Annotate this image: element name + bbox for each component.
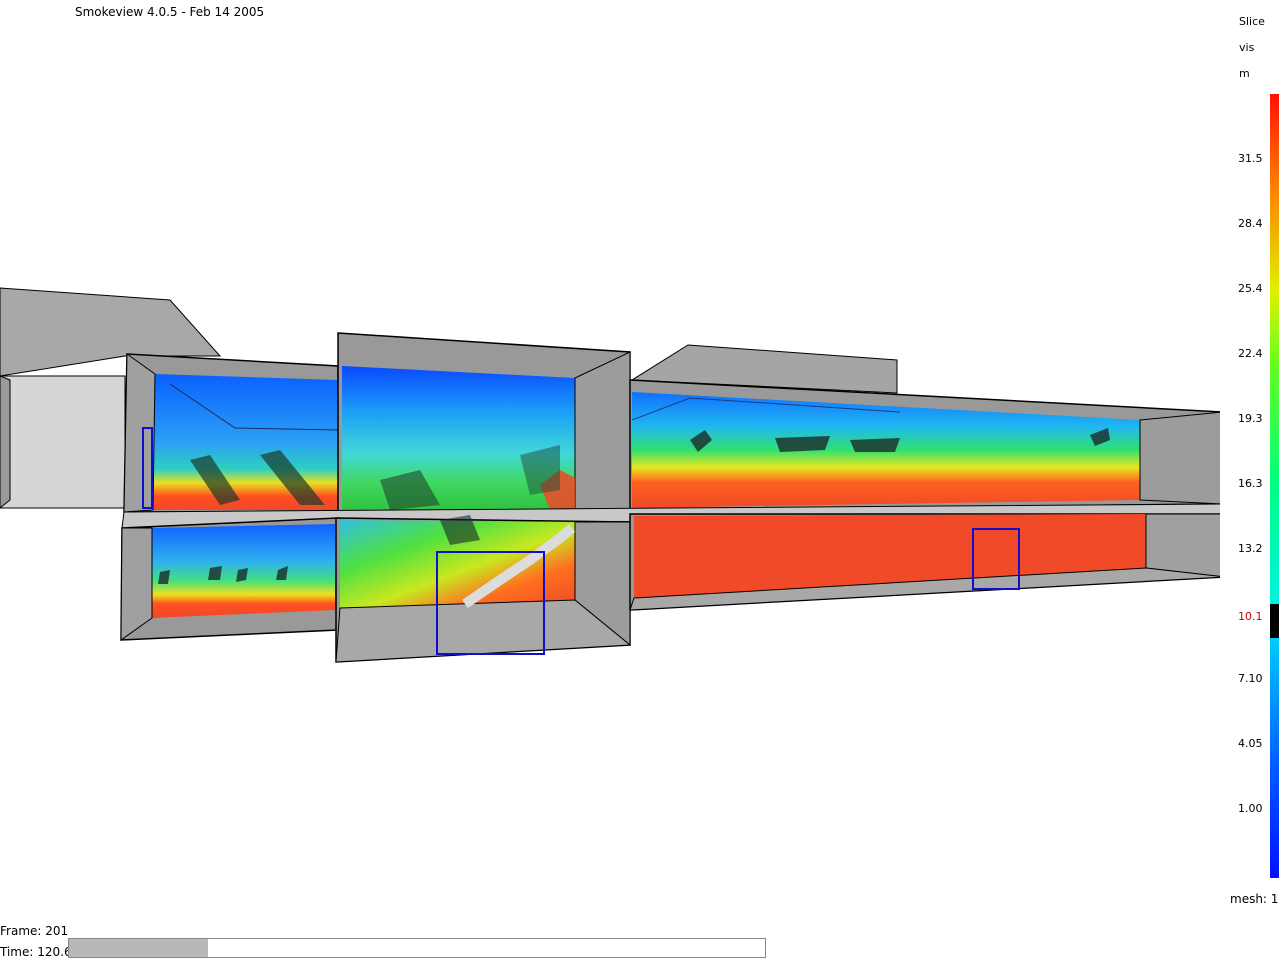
legend-tick: 22.4 (1238, 347, 1263, 360)
colorbar (1270, 94, 1279, 878)
colorbar-highlight-band (1270, 604, 1279, 638)
time-label: Time: 120.6 (0, 945, 72, 959)
upper-center-room (337, 332, 631, 513)
app-title: Smokeview 4.0.5 - Feb 14 2005 (75, 5, 265, 19)
legend-tick: 19.3 (1238, 412, 1263, 425)
frame-label: Frame: 201 (0, 924, 69, 938)
upper-right-room (629, 379, 1220, 511)
lower-center-room (335, 515, 632, 663)
lower-right-room (629, 513, 1220, 611)
legend-tick: 13.2 (1238, 542, 1263, 555)
legend-tick-highlighted: 10.1 (1238, 610, 1263, 623)
legend-header-line: vis (1239, 41, 1255, 54)
legend-tick: 28.4 (1238, 217, 1263, 230)
legend-tick: 4.05 (1238, 737, 1263, 750)
upper-left-room (123, 353, 339, 513)
legend-header: Slice vis m (1239, 9, 1265, 87)
lower-left-room (120, 517, 339, 641)
legend-tick: 7.10 (1238, 672, 1263, 685)
legend-tick: 31.5 (1238, 152, 1263, 165)
legend-tick: 16.3 (1238, 477, 1263, 490)
3d-viewport[interactable] (0, 0, 1220, 961)
time-slider-fill (69, 939, 209, 957)
legend-tick: 25.4 (1238, 282, 1263, 295)
mesh-label: mesh: 1 (1230, 892, 1279, 906)
legend-header-line: m (1239, 67, 1250, 80)
time-slider[interactable] (68, 938, 766, 958)
legend-tick: 1.00 (1238, 802, 1263, 815)
legend-header-line: Slice (1239, 15, 1265, 28)
